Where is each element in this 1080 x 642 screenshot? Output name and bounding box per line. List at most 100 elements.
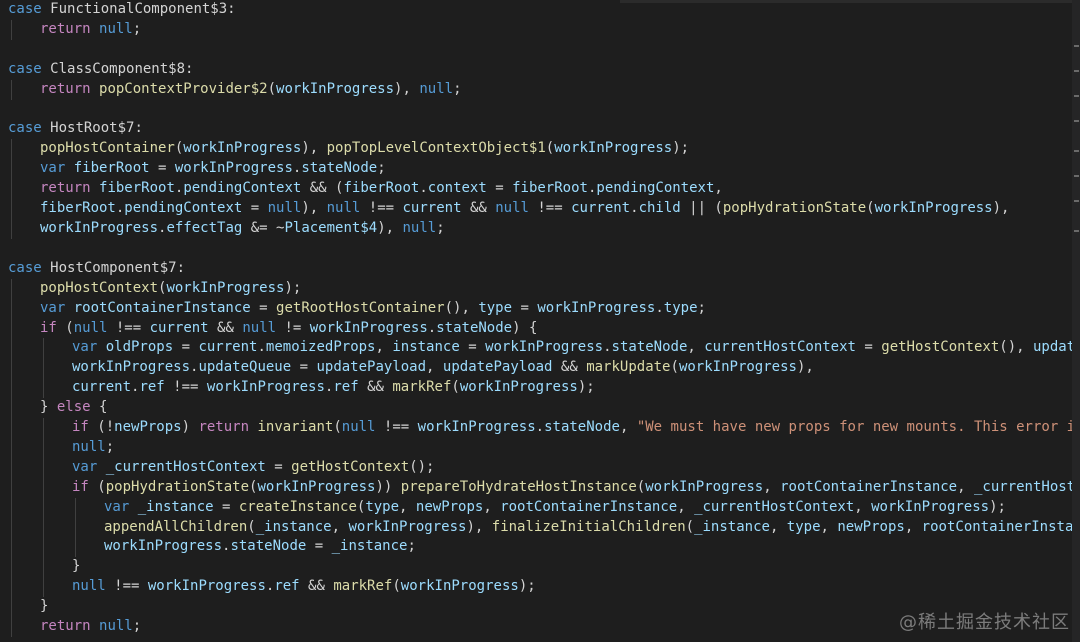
code-token-plain: );: [284, 279, 302, 296]
indent-guide: [11, 139, 12, 160]
code-token-plain: ): [181, 419, 199, 436]
code-token-plain: (!: [97, 419, 115, 436]
code-line: case HostRoot$7:: [8, 119, 1080, 139]
code-token-func: popHydrationState: [722, 200, 867, 217]
code-line-content: var _currentHostContext = getHostContext…: [8, 459, 434, 475]
code-token-plain: ,: [904, 518, 922, 535]
code-line: fiberRoot. pendingContext = null), null !…: [8, 199, 1080, 219]
code-token-plain: .: [655, 299, 664, 316]
code-line: appendAllChildren(_instance, workInProgr…: [8, 517, 1080, 538]
code-line: if (!newProps) return invariant(null !==…: [8, 418, 1080, 438]
code-token-plain: ;: [697, 299, 706, 316]
code-token-plain: !=: [276, 319, 310, 336]
minimap-line: [1074, 95, 1079, 97]
code-token-plain: .: [603, 339, 612, 356]
code-token-control: if: [40, 319, 66, 336]
code-area[interactable]: case FunctionalComponent$3: return null; c…: [8, 0, 1080, 637]
code-token-var: workInProgress: [348, 518, 467, 535]
code-token-plain: );: [577, 379, 595, 396]
code-token-func: popHostContainer: [40, 140, 175, 157]
code-token-var: workInProgress: [257, 478, 376, 495]
code-line-content: popHostContainer(workInProgress), popTop…: [8, 140, 689, 156]
code-line: } else {: [8, 398, 1080, 419]
code-editor[interactable]: case FunctionalComponent$3: return null; c…: [0, 0, 1080, 642]
code-line-content: case HostRoot$7:: [8, 120, 143, 136]
code-token-plain: =: [149, 160, 175, 177]
minimap[interactable]: [1072, 0, 1080, 642]
code-token-plain: ;: [436, 219, 445, 236]
indent-guide: [43, 517, 44, 538]
code-token-plain: }: [40, 399, 57, 416]
code-token-plain: ,: [714, 180, 723, 197]
code-token-var: memoizedProps: [265, 339, 376, 356]
code-token-func: getRootHostContainer: [276, 299, 445, 316]
code-token-var: updatePayload: [442, 359, 553, 376]
code-token-keyword: var: [104, 498, 138, 515]
code-token-plain: =: [213, 498, 239, 515]
code-line: return fiberRoot.pendingContext && (fibe…: [8, 179, 1080, 200]
code-token-plain: ),: [301, 200, 327, 217]
code-token-plain: ,: [854, 498, 872, 515]
code-token-var: fiberRoot: [512, 180, 588, 197]
code-token-var: oldProps: [105, 339, 174, 356]
code-token-var: workInProgress: [183, 140, 302, 157]
indent-guide: [43, 557, 44, 578]
code-token-string: "We must have new props for new mounts. …: [636, 419, 1080, 436]
code-token-plain: HostRoot$7:: [50, 120, 143, 137]
indent-guide: [11, 19, 12, 40]
code-line-content: workInProgress.stateNode = _instance;: [8, 538, 416, 554]
code-line-content: }: [8, 598, 48, 614]
code-token-var: _currentHostContext: [973, 478, 1080, 495]
indent-guide: [43, 378, 44, 399]
code-token-func: prepareToHydrateHostInstance: [400, 478, 637, 495]
code-token-var: workInProgress: [206, 379, 325, 396]
code-token-var: stateNode: [611, 339, 688, 356]
code-token-plain: ,: [687, 339, 705, 356]
code-token-keyword: case: [8, 1, 51, 17]
code-token-var: instance: [392, 339, 460, 356]
code-token-var: pendingContext: [124, 200, 243, 217]
code-token-func: popHydrationState: [105, 478, 250, 495]
code-line-content: current.ref !== workInProgress.ref && ma…: [8, 379, 595, 395]
code-token-var: workInProgress: [417, 419, 536, 436]
code-token-plain: =: [306, 538, 332, 555]
code-token-plain: .: [535, 419, 545, 436]
code-token-plain: (: [545, 140, 555, 157]
code-line-content: return fiberRoot.pendingContext && (fibe…: [8, 180, 723, 196]
code-line-content: if (popHydrationState(workInProgress)) p…: [8, 479, 1080, 495]
code-token-plain: ();: [409, 458, 435, 475]
code-token-func: getHostContext: [291, 458, 410, 475]
code-token-var: workInProgress: [72, 359, 191, 376]
code-token-keyword: var: [40, 299, 74, 316]
code-token-plain: ;: [132, 618, 142, 635]
code-token-var: stateNode: [544, 419, 620, 436]
code-line: current.ref !== workInProgress.ref && ma…: [8, 378, 1080, 399]
code-token-plain: ,: [483, 498, 501, 515]
indent-guide: [11, 597, 12, 618]
code-token-func: popContextProvider$2: [99, 80, 268, 97]
code-line: popHostContext(workInProgress);: [8, 278, 1080, 299]
code-line-content: if (!newProps) return invariant(null !==…: [8, 419, 1080, 435]
code-line: null !== workInProgress.ref && markRef(w…: [8, 577, 1080, 598]
indent-guide: [43, 437, 44, 458]
code-token-keyword: case: [8, 60, 51, 77]
code-token-var: _instance: [331, 538, 408, 555]
code-token-plain: &&: [552, 359, 587, 376]
code-line: return null;: [8, 19, 1080, 40]
code-token-keyword: case: [8, 120, 51, 137]
code-token-var: ref: [139, 379, 165, 396]
code-token-plain: (: [247, 518, 256, 535]
code-line-content: return null;: [8, 21, 141, 37]
code-token-var: pendingContext: [596, 180, 715, 197]
code-line: var oldProps = current.memoizedProps, in…: [8, 338, 1080, 359]
indent-guide: [11, 457, 12, 478]
code-token-var: workInProgress: [40, 219, 159, 236]
code-token-var: workInProgress: [645, 478, 764, 495]
code-token-keyword: null: [495, 200, 529, 217]
code-token-plain: }: [40, 598, 49, 615]
code-token-plain: HostComponent$7:: [50, 259, 186, 276]
code-token-keyword: case: [8, 259, 51, 276]
